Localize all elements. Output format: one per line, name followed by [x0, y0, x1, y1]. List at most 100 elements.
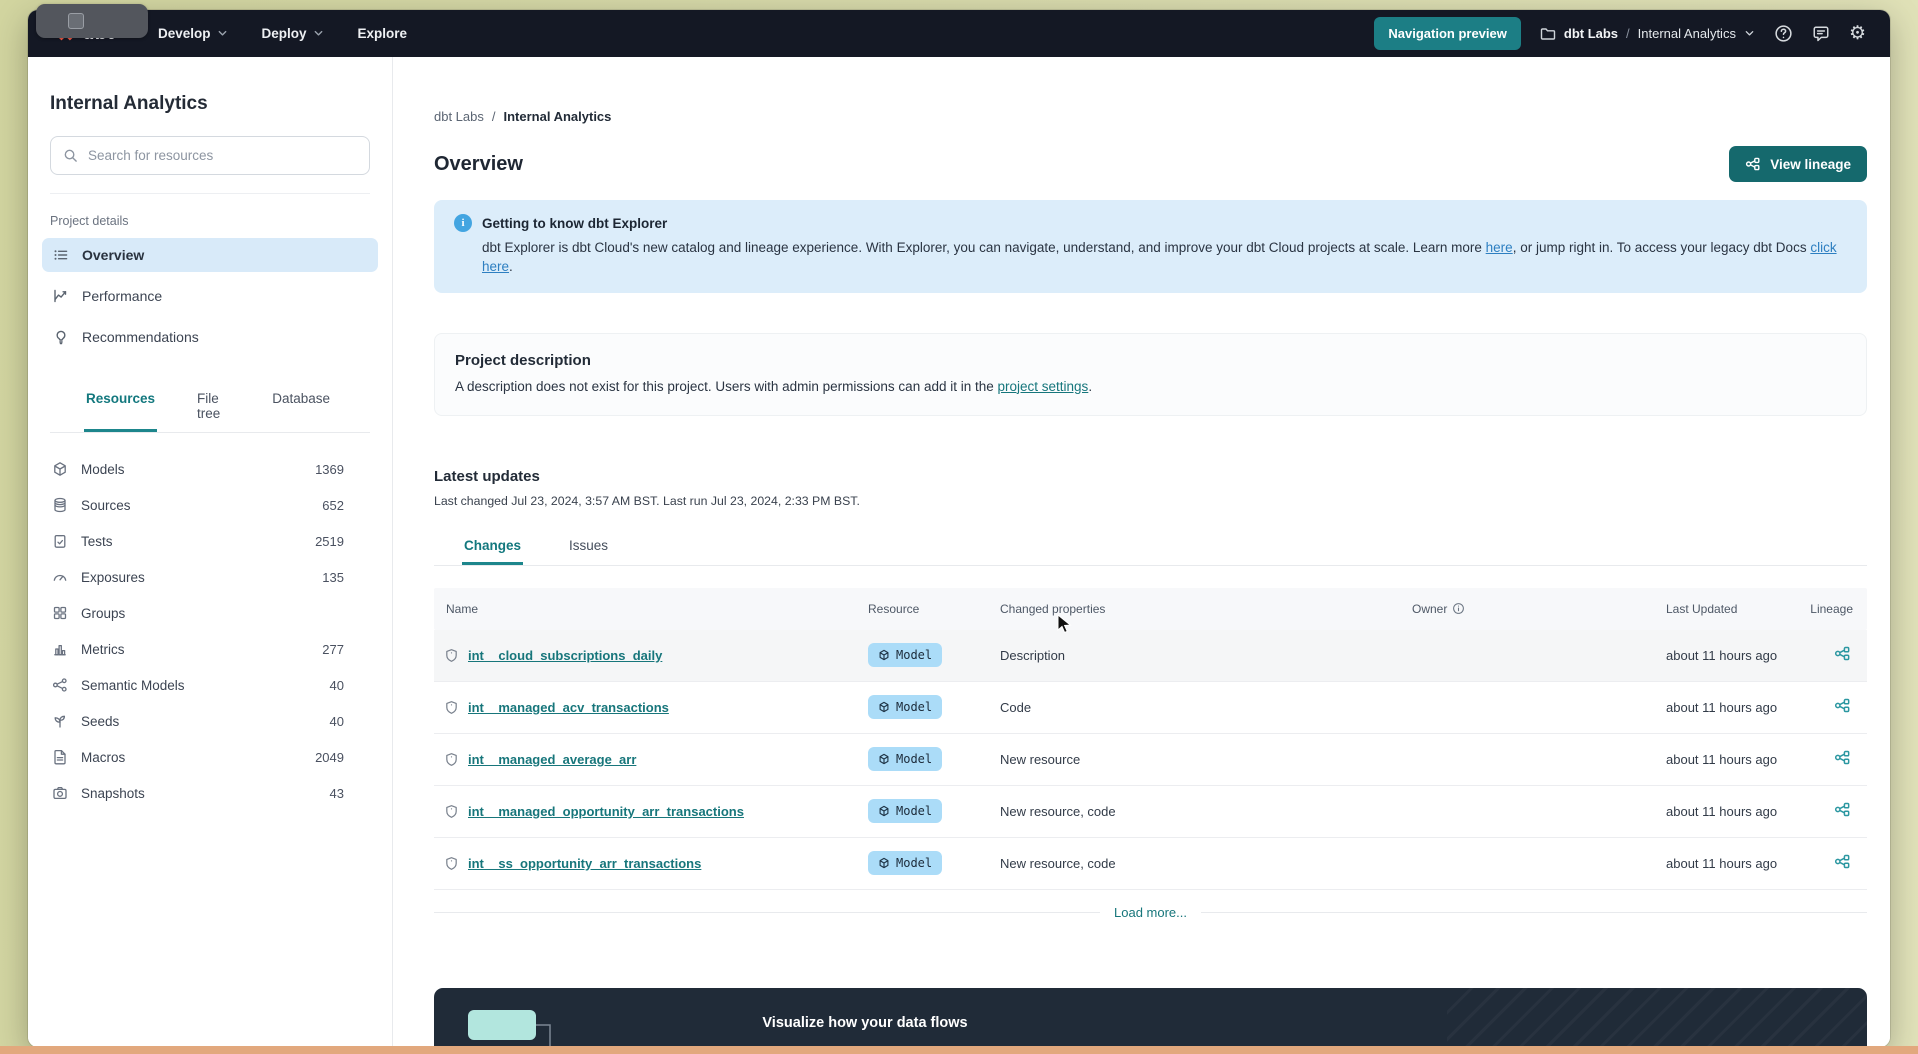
mouse-cursor — [1057, 614, 1072, 634]
clipboard-icon — [54, 534, 66, 548]
gauge-icon — [53, 574, 67, 581]
lineage-icon[interactable] — [1834, 697, 1851, 714]
tab-file-tree[interactable]: File tree — [195, 381, 232, 432]
latest-updates-subtitle: Last changed Jul 23, 2024, 3:57 AM BST. … — [434, 493, 860, 508]
tab-database[interactable]: Database — [270, 381, 332, 432]
resource-count: 2519 — [315, 533, 344, 549]
resource-count: 2049 — [315, 749, 344, 765]
search-input[interactable] — [88, 148, 357, 163]
sidebar-item-overview[interactable]: Overview — [42, 238, 378, 272]
info-banner-title: Getting to know dbt Explorer — [482, 215, 668, 231]
settings-gear-icon[interactable] — [1849, 24, 1866, 43]
breadcrumb-root[interactable]: dbt Labs — [434, 109, 484, 124]
resource-row-exposures[interactable]: Exposures 135 — [50, 559, 370, 595]
info-circle-icon[interactable] — [1452, 602, 1465, 615]
breadcrumb: dbt Labs / Internal Analytics — [434, 109, 1867, 124]
latest-updates-section: Latest updates Last changed Jul 23, 2024… — [434, 468, 1867, 920]
lineage-icon[interactable] — [1834, 645, 1851, 662]
resource-count: 135 — [322, 569, 344, 585]
model-name-link[interactable]: int__managed_average_arr — [468, 752, 636, 767]
lightbulb-icon — [56, 330, 66, 345]
window-artifact-tab — [36, 4, 148, 38]
resource-row-groups[interactable]: Groups — [50, 595, 370, 631]
column-resource: Resource — [868, 601, 920, 616]
latest-updates-title: Latest updates — [434, 467, 540, 485]
changed-properties-cell: Code — [1000, 699, 1032, 715]
grid-icon — [53, 606, 67, 620]
resource-count: 1369 — [315, 461, 344, 477]
column-name: Name — [446, 601, 479, 616]
resource-count: 40 — [329, 713, 344, 729]
last-updated-cell: about 11 hours ago — [1666, 855, 1778, 871]
top-navbar: ✖ dbt Develop Deploy Explore Navigation … — [28, 10, 1890, 57]
table-row[interactable]: int__cloud_subscriptions_daily Model Des… — [434, 629, 1867, 682]
lineage-icon[interactable] — [1834, 853, 1851, 870]
info-banner-body: dbt Explorer is dbt Cloud's new catalog … — [482, 240, 1837, 274]
resource-row-macros[interactable]: Macros 2049 — [50, 739, 370, 775]
menu-explore[interactable]: Explore — [358, 26, 408, 41]
lineage-promo-banner[interactable]: Visualize how your data flows — [434, 988, 1867, 1047]
changed-properties-cell: New resource, code — [1000, 855, 1116, 871]
breadcrumb-separator: / — [1626, 26, 1630, 41]
lineage-illustration — [468, 1010, 632, 1047]
sidebar-divider — [50, 193, 370, 194]
model-name-link[interactable]: int__managed_acv_transactions — [468, 700, 669, 715]
model-name-link[interactable]: int__managed_opportunity_arr_transaction… — [468, 804, 744, 819]
navigation-preview-button[interactable]: Navigation preview — [1374, 17, 1521, 50]
model-name-link[interactable]: int__ss_opportunity_arr_transactions — [468, 856, 701, 871]
feedback-icon[interactable] — [1812, 25, 1830, 43]
info-icon — [454, 214, 472, 232]
project-description-title: Project description — [455, 351, 591, 369]
search-box[interactable] — [50, 136, 370, 175]
project-settings-link[interactable]: project settings — [998, 379, 1089, 394]
project-name: Internal Analytics — [1637, 26, 1736, 41]
resource-row-models[interactable]: Models 1369 — [50, 451, 370, 487]
list-icon — [54, 250, 68, 260]
help-icon[interactable] — [1774, 24, 1793, 43]
model-name-link[interactable]: int__cloud_subscriptions_daily — [468, 648, 662, 663]
resource-row-metrics[interactable]: Metrics 277 — [50, 631, 370, 667]
column-lineage: Lineage — [1810, 601, 1853, 616]
resource-row-seeds[interactable]: Seeds 40 — [50, 703, 370, 739]
table-row[interactable]: int__managed_average_arr Model New resou… — [434, 734, 1867, 786]
resource-row-sources[interactable]: Sources 652 — [50, 487, 370, 523]
shield-icon — [446, 648, 457, 662]
menu-deploy[interactable]: Deploy — [262, 26, 324, 41]
resource-count: 277 — [322, 641, 344, 657]
tab-resources[interactable]: Resources — [84, 381, 158, 432]
shield-icon — [446, 752, 457, 766]
table-row[interactable]: int__managed_acv_transactions Model Code… — [434, 682, 1867, 734]
learn-more-link[interactable]: here — [1486, 240, 1513, 255]
sidebar-item-performance[interactable]: Performance — [42, 279, 378, 313]
resource-row-snapshots[interactable]: Snapshots 43 — [50, 775, 370, 811]
bar-chart-icon — [54, 644, 66, 656]
menu-develop[interactable]: Develop — [158, 26, 228, 41]
table-row[interactable]: int__ss_opportunity_arr_transactions Mod… — [434, 838, 1867, 890]
lineage-icon[interactable] — [1834, 749, 1851, 766]
resource-type-badge: Model — [868, 643, 943, 668]
semantic-graph-icon — [52, 678, 67, 692]
resource-row-tests[interactable]: Tests 2519 — [50, 523, 370, 559]
divider — [434, 911, 1100, 913]
cube-icon — [879, 858, 889, 869]
updates-tabs: Changes Issues — [434, 528, 1867, 566]
account-name: dbt Labs — [1563, 26, 1619, 41]
view-lineage-button[interactable]: View lineage — [1729, 146, 1867, 182]
divider — [1201, 911, 1867, 913]
changed-properties-cell: New resource — [1000, 751, 1081, 767]
resource-row-semantic-models[interactable]: Semantic Models 40 — [50, 667, 370, 703]
shield-icon — [446, 700, 457, 714]
project-selector[interactable]: dbt Labs / Internal Analytics — [1540, 26, 1755, 42]
resource-type-badge: Model — [868, 695, 943, 720]
sidebar-item-recommendations[interactable]: Recommendations — [42, 320, 378, 354]
load-more-link[interactable]: Load more... — [1114, 905, 1187, 920]
tab-changes[interactable]: Changes — [462, 528, 524, 565]
desktop-strip — [0, 1046, 1918, 1054]
project-description-card: Project description A description does n… — [434, 332, 1867, 416]
lineage-icon[interactable] — [1834, 801, 1851, 818]
table-row[interactable]: int__managed_opportunity_arr_transaction… — [434, 786, 1867, 838]
tab-issues[interactable]: Issues — [567, 528, 610, 565]
breadcrumb-separator: / — [491, 109, 496, 124]
chevron-down-icon — [1745, 31, 1754, 36]
page-title: Overview — [434, 152, 523, 175]
